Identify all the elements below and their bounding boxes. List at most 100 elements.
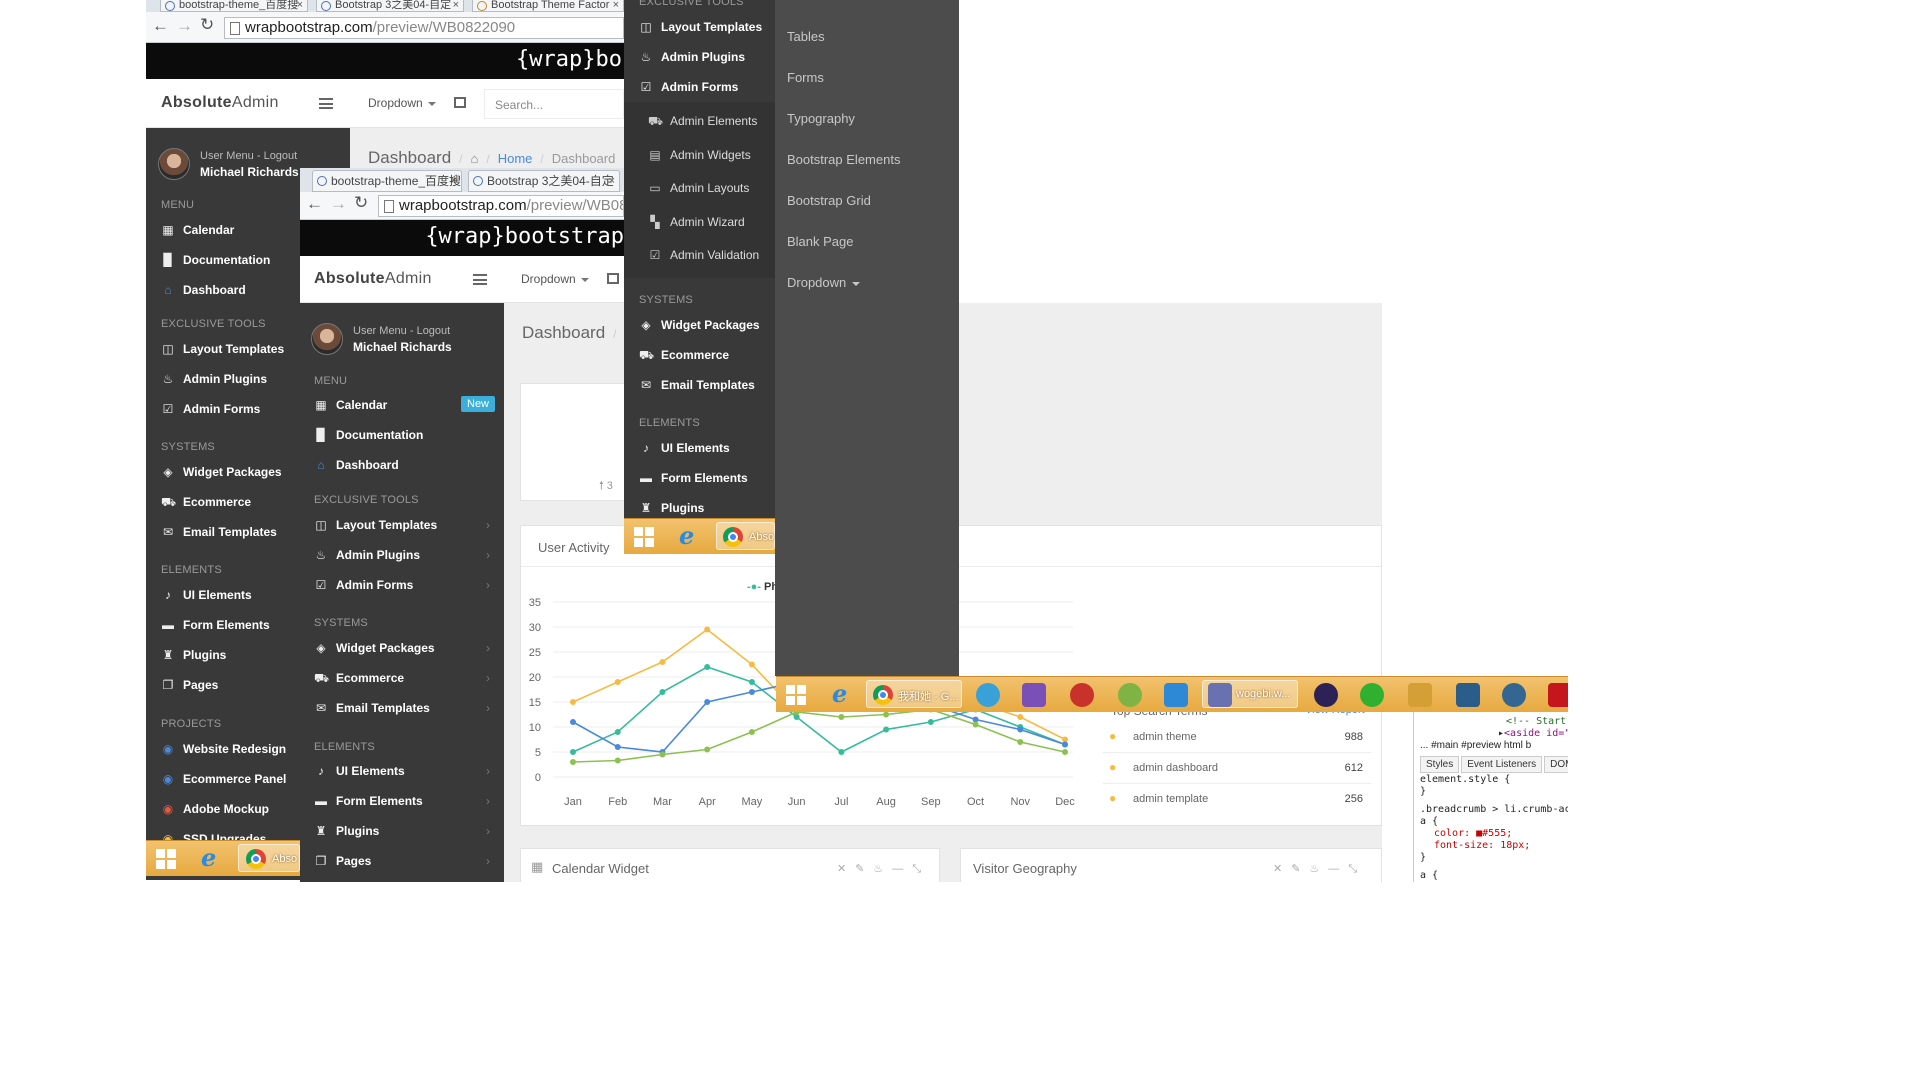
fullscreen-icon[interactable] xyxy=(454,97,466,108)
submenu-admin-wizard[interactable]: ▚ Admin Wizard xyxy=(648,215,744,229)
dom-node[interactable]: ▸<aside id="s xyxy=(1498,728,1568,739)
browser-tab[interactable]: bootstrap-theme_百度搜 × xyxy=(160,0,308,12)
menu-toggle-icon[interactable] xyxy=(473,274,487,285)
flyout-item-admin-plugins[interactable]: ♨ Admin Plugins xyxy=(639,50,745,64)
close-icon[interactable]: × xyxy=(297,0,303,11)
eclipse-icon[interactable] xyxy=(1314,683,1338,707)
close-icon[interactable]: × xyxy=(453,0,459,11)
green-ball-icon[interactable] xyxy=(1360,683,1384,707)
header-dropdown[interactable]: Dropdown xyxy=(368,96,436,110)
fullscreen-icon[interactable] xyxy=(607,273,619,284)
postgres-icon[interactable] xyxy=(1502,683,1526,707)
sidebar-item-ecommerce[interactable]: ⛟ Ecommerce › xyxy=(314,671,490,687)
reload-icon[interactable]: ↻ xyxy=(200,15,214,35)
sidebar-item-ui-elements[interactable]: ♪ UI Elements xyxy=(161,588,252,602)
sidebar-item-layout-templates[interactable]: ◫ Layout Templates › xyxy=(314,518,490,532)
css-property[interactable]: font-size: 18px; xyxy=(1434,840,1530,851)
panel-controls[interactable]: ✕✎♨—⤡ xyxy=(1273,862,1366,876)
submenu-admin-layouts[interactable]: ▭ Admin Layouts xyxy=(648,181,749,195)
flyout-item-widget-packages[interactable]: ◈ Widget Packages xyxy=(639,318,759,332)
sidebar-item-ecommerce-panel[interactable]: ◉ Ecommerce Panel xyxy=(161,772,287,786)
flyout-item-ui-elements[interactable]: ♪ UI Elements xyxy=(639,441,730,455)
submenu-admin-widgets[interactable]: ▤ Admin Widgets xyxy=(648,148,750,162)
panel-controls[interactable]: ✕✎♨—⤡ xyxy=(837,862,930,876)
appstore-icon[interactable] xyxy=(976,683,1000,707)
avatar[interactable] xyxy=(311,323,343,355)
flyout-item-ecommerce[interactable]: ⛟ Ecommerce xyxy=(639,348,729,364)
sidebar-item-admin-forms[interactable]: ☑ Admin Forms xyxy=(161,402,261,416)
menu-toggle-icon[interactable] xyxy=(319,98,333,109)
dropdown-item-tables[interactable]: Tables xyxy=(787,29,825,44)
sidebar-item-widget-packages[interactable]: ◈ Widget Packages › xyxy=(314,641,490,655)
back-icon[interactable]: ← xyxy=(306,194,323,214)
sidebar-item-pages[interactable]: ❐ Pages › xyxy=(314,854,490,868)
forward-icon[interactable]: → xyxy=(176,16,193,36)
avatar[interactable] xyxy=(158,148,190,180)
header-dropdown[interactable]: Dropdown xyxy=(521,272,589,286)
dom-breadcrumbs[interactable]: ... #main #preview html b xyxy=(1420,740,1531,751)
back-icon[interactable]: ← xyxy=(152,16,169,36)
sidebar-item-adobe-mockup[interactable]: ◉ Adobe Mockup xyxy=(161,802,269,816)
dropdown-item-bootstrap-grid[interactable]: Bootstrap Grid xyxy=(787,193,871,208)
sidebar-item-website-redesign[interactable]: ◉ Website Redesign xyxy=(161,742,286,756)
dropdown-item-typography[interactable]: Typography xyxy=(787,111,855,126)
sidebar-item-dashboard[interactable]: ⌂ Dashboard xyxy=(314,458,398,472)
sidebar-item-admin-plugins[interactable]: ♨ Admin Plugins › xyxy=(314,548,490,562)
search-input[interactable]: Search... xyxy=(484,89,624,119)
submenu-admin-elements[interactable]: ⛟ Admin Elements xyxy=(648,114,757,130)
windows-start-icon[interactable] xyxy=(156,849,176,869)
sidebar-item-pages[interactable]: ❐ Pages xyxy=(161,678,219,692)
close-icon[interactable]: × xyxy=(451,171,457,191)
ie-icon[interactable]: e xyxy=(201,843,216,872)
sidebar-item-ecommerce[interactable]: ⛟ Ecommerce xyxy=(161,495,251,511)
sidebar-item-documentation[interactable]: ▉ Documentation xyxy=(161,253,270,267)
windows-start-icon[interactable] xyxy=(786,685,806,705)
submenu-admin-validation[interactable]: ☑ Admin Validation xyxy=(648,248,760,262)
sidebar-item-widget-packages[interactable]: ◈ Widget Packages xyxy=(161,465,281,479)
reload-icon[interactable]: ↻ xyxy=(354,193,368,213)
sidebar-item-calendar[interactable]: ▦ Calendar xyxy=(314,398,387,412)
brand-logo[interactable]: AbsoluteAdmin xyxy=(314,270,432,288)
dropdown-item-dropdown[interactable]: Dropdown xyxy=(787,275,861,290)
flyout-item-layout-templates[interactable]: ◫ Layout Templates xyxy=(639,20,762,34)
home-icon[interactable]: ⌂ xyxy=(471,151,479,166)
address-bar[interactable]: wrapbootstrap.com/preview/WB082 xyxy=(378,195,624,217)
mysql-workbench-icon[interactable] xyxy=(1456,683,1480,707)
browser-tab[interactable]: Bootstrap 3之美04-自定 × xyxy=(468,170,620,192)
breadcrumb-home-link[interactable]: Home xyxy=(498,151,533,166)
museum-icon[interactable] xyxy=(1070,683,1094,707)
close-icon[interactable]: × xyxy=(613,0,619,11)
sidebar-item-documentation[interactable]: ▉ Documentation xyxy=(314,428,423,442)
address-bar[interactable]: wrapbootstrap.com/preview/WB0822090 xyxy=(224,17,624,39)
tab-dom-breakpoints[interactable]: DOM Bre xyxy=(1544,756,1568,773)
tab-event-listeners[interactable]: Event Listeners xyxy=(1461,756,1543,773)
sidebar-item-ui-elements[interactable]: ♪ UI Elements › xyxy=(314,764,490,778)
close-icon[interactable]: × xyxy=(609,171,615,191)
dropdown-item-bootstrap-elements[interactable]: Bootstrap Elements xyxy=(787,152,900,167)
css-property[interactable]: color: ■#555; xyxy=(1434,828,1512,839)
sidebar-item-calendar[interactable]: ▦ Calendar xyxy=(161,223,234,237)
browser-tab[interactable]: bootstrap-theme_百度搜 × xyxy=(312,170,462,192)
tab-styles[interactable]: Styles xyxy=(1420,756,1460,773)
flyout-item-form-elements[interactable]: ▬ Form Elements xyxy=(639,471,748,485)
windows-start-icon[interactable] xyxy=(634,527,654,547)
user-menu-link[interactable]: User Menu - Logout xyxy=(200,150,297,162)
android-studio-icon[interactable] xyxy=(1118,683,1142,707)
sidebar-item-dashboard[interactable]: ⌂ Dashboard xyxy=(161,283,245,297)
browser-tab[interactable]: Bootstrap 3之美04-自定 × xyxy=(316,0,464,12)
jetbrains-icon[interactable] xyxy=(1164,683,1188,707)
ie-icon[interactable]: e xyxy=(679,521,694,550)
browser-tab[interactable]: Bootstrap Theme Factor × xyxy=(472,0,624,12)
dropdown-item-blank-page[interactable]: Blank Page xyxy=(787,234,854,249)
sidebar-item-plugins[interactable]: ♜ Plugins xyxy=(161,648,227,662)
dropdown-item-forms[interactable]: Forms xyxy=(787,70,824,85)
sidebar-item-form-elements[interactable]: ▬ Form Elements › xyxy=(314,794,490,808)
sidebar-item-email-templates[interactable]: ✉ Email Templates › xyxy=(314,701,490,715)
sidebar-item-layout-templates[interactable]: ◫ Layout Templates xyxy=(161,342,284,356)
tools-icon[interactable] xyxy=(1408,683,1432,707)
visual-studio-icon[interactable] xyxy=(1022,683,1046,707)
forward-icon[interactable]: → xyxy=(330,194,347,214)
sidebar-item-plugins[interactable]: ♜ Plugins › xyxy=(314,824,490,838)
sidebar-item-admin-forms[interactable]: ☑ Admin Forms › xyxy=(314,578,490,592)
sidebar-item-form-elements[interactable]: ▬ Form Elements xyxy=(161,618,270,632)
